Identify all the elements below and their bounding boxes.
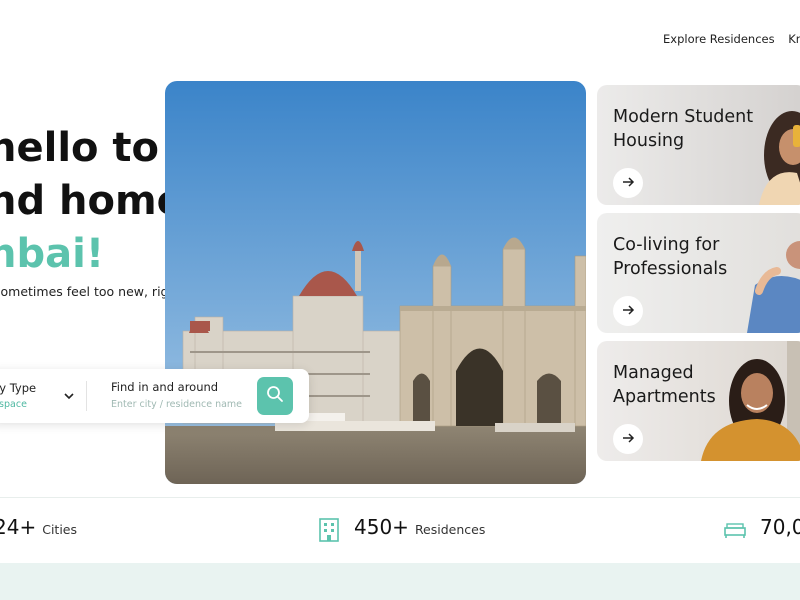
card-title: Co-living for Professionals [613,235,728,279]
card-title: Managed Apartments [613,363,716,407]
card-managed-apartments[interactable]: Managed Apartments [597,341,800,461]
stat-residences-label: Residences [414,522,486,537]
stats-divider [0,497,800,498]
search-divider [86,381,87,411]
search-bar: rty Type g space Find in and around Ente… [0,369,309,423]
hero-photo [165,81,586,484]
arrow-right-icon [621,174,635,193]
search-button[interactable] [257,377,293,415]
hero-subtitle: sometimes feel too new, right? [0,284,188,299]
stat-residences: 450+ Residences [354,515,485,539]
card-student-housing[interactable]: Modern Student Housing [597,85,800,205]
search-icon [266,385,284,407]
hero-photo-illustration [165,81,586,484]
card-arrow-button[interactable] [613,168,643,198]
card-arrow-button[interactable] [613,296,643,326]
arrow-right-icon [621,302,635,321]
card-arrow-button[interactable] [613,424,643,454]
card-co-living[interactable]: Co-living for Professionals [597,213,800,333]
building-icon [318,517,340,547]
nav-know[interactable]: Know [788,32,800,46]
location-search-placeholder: Enter city / residence name [111,399,243,410]
nav-explore-residences[interactable]: Explore Residences [663,32,775,46]
stat-third-value: 70,00 [760,515,800,539]
stat-cities-value: 24+ [0,515,37,539]
chevron-down-icon[interactable] [62,388,76,402]
stat-third: 70,00 [760,515,800,539]
bottom-section-band [0,563,800,600]
stat-residences-value: 450+ [354,515,409,539]
location-search-input[interactable]: Find in and around Enter city / residenc… [111,380,242,410]
location-search-label: Find in and around [111,380,219,394]
stat-cities: 24+ Cities [0,515,77,539]
top-nav: Explore Residences Know [663,32,800,46]
arrow-right-icon [621,430,635,449]
card-title: Modern Student Housing [613,107,754,151]
bed-icon [723,521,747,543]
stat-cities-label: Cities [42,522,77,537]
